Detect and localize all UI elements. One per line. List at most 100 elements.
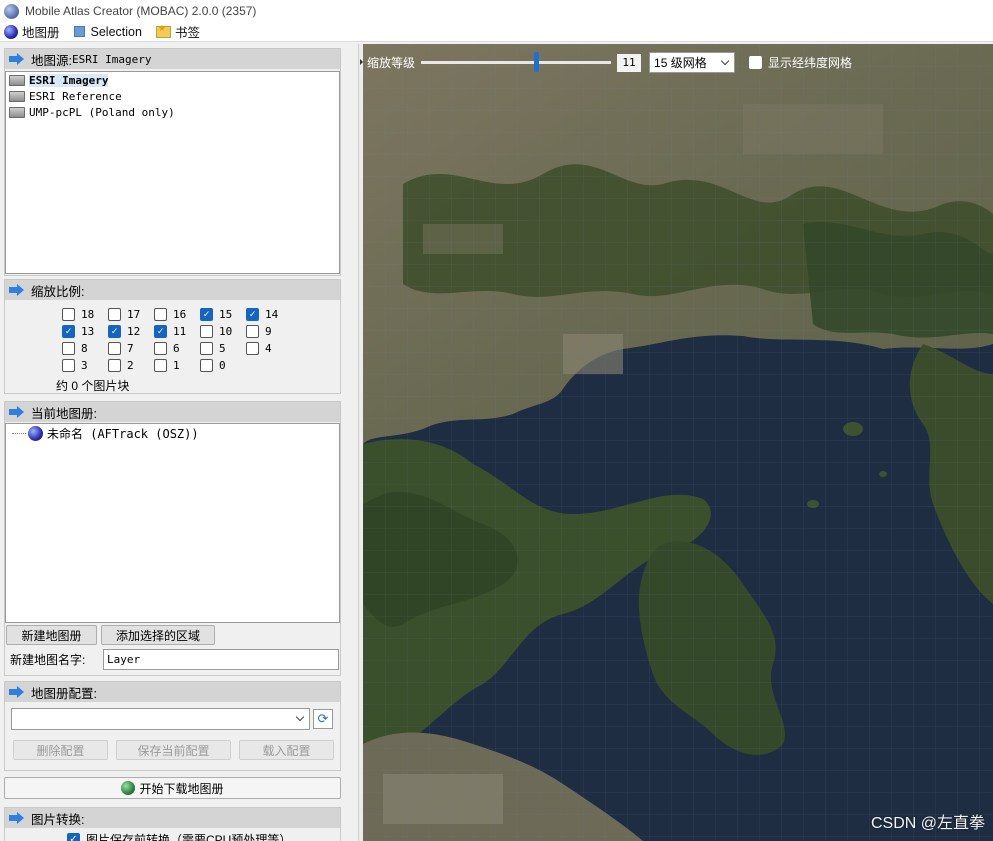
zoom-level-checkbox[interactable] <box>62 307 75 321</box>
zoom-level-checkbox[interactable] <box>154 341 167 355</box>
zoom-level-checkbox[interactable] <box>246 324 259 338</box>
add-selection-button[interactable]: 添加选择的区域 <box>101 625 215 645</box>
zoom-levels-header-label: 缩放比例: <box>31 284 85 299</box>
atlas-tree[interactable]: 未命名 (AFTrack (OSZ)) <box>5 423 340 623</box>
zoom-level-checkbox[interactable] <box>154 307 167 321</box>
zoom-level-checkbox[interactable]: ✓ <box>62 324 75 338</box>
arrow-right-icon <box>9 53 25 65</box>
zoom-level-checkbox[interactable]: ✓ <box>246 307 259 321</box>
zoom-level-option[interactable]: 4 <box>246 340 292 356</box>
new-atlas-button[interactable]: 新建地图册 <box>6 625 97 645</box>
zoom-slider-thumb[interactable] <box>533 52 539 72</box>
zoom-level-option[interactable]: ✓ 11 <box>154 323 200 339</box>
zoom-level-checkbox[interactable] <box>200 324 213 338</box>
load-profile-button[interactable]: 载入配置 <box>239 740 334 760</box>
menu-selection[interactable]: Selection <box>73 25 142 39</box>
tile-conversion-option[interactable]: ✓ 图片保存前转换（需要CPU预处理等） <box>67 831 340 841</box>
zoom-level-option[interactable]: ✓ 13 <box>62 323 108 339</box>
profile-select[interactable] <box>11 708 310 730</box>
zoom-level-option[interactable]: ✓ 12 <box>108 323 154 339</box>
atlas-tree-item[interactable]: 未命名 (AFTrack (OSZ)) <box>6 424 339 442</box>
zoom-level-label: 0 <box>219 358 226 372</box>
zoom-level-option[interactable]: 0 <box>200 357 246 373</box>
new-map-name-input[interactable]: Layer <box>103 649 339 670</box>
tile-conversion-header[interactable]: 图片转换: <box>5 808 340 828</box>
map-source-list[interactable]: ESRI Imagery ESRI Reference UMP-pcPL (Po… <box>5 71 340 274</box>
zoom-level-label: 11 <box>173 324 187 338</box>
menu-atlas[interactable]: 地图册 <box>4 22 60 41</box>
zoom-level-label: 7 <box>127 341 134 355</box>
zoom-level-option[interactable]: ✓ 14 <box>246 306 292 322</box>
zoom-level-option[interactable]: 6 <box>154 340 200 356</box>
map-source-item[interactable]: ESRI Reference <box>6 88 339 104</box>
zoom-level-label: 17 <box>127 307 141 321</box>
delete-profile-button[interactable]: 删除配置 <box>13 740 108 760</box>
zoom-level-option[interactable]: 1 <box>154 357 200 373</box>
zoom-level-option[interactable]: 16 <box>154 306 200 322</box>
map-source-item[interactable]: ESRI Imagery <box>6 72 339 88</box>
zoom-level-label: 9 <box>265 324 272 338</box>
zoom-level-checkbox[interactable]: ✓ <box>108 324 121 338</box>
zoom-level-option[interactable]: 18 <box>62 306 108 322</box>
left-panel: 地图源: ESRI Imagery ESRI Imagery ESRI Refe… <box>0 44 358 841</box>
zoom-level-checkbox[interactable] <box>154 358 167 372</box>
watermark: CSDN @左直拳 <box>870 815 985 832</box>
selection-icon <box>73 26 85 37</box>
zoom-level-checkbox[interactable] <box>246 341 259 355</box>
zoom-level-checkbox[interactable] <box>108 358 121 372</box>
globe-icon <box>4 24 18 39</box>
zoom-levels-header[interactable]: 缩放比例: <box>5 280 340 300</box>
save-profile-button[interactable]: 保存当前配置 <box>116 740 231 760</box>
zoom-level-checkbox[interactable] <box>200 358 213 372</box>
current-atlas-header[interactable]: 当前地图册: <box>5 402 340 422</box>
refresh-profiles-button[interactable]: ⟳ <box>313 709 333 729</box>
zoom-level-option[interactable]: 10 <box>200 323 246 339</box>
menu-bar: 地图册 Selection 书签 <box>0 22 993 42</box>
latlon-grid-toggle[interactable]: 显示经纬度网格 <box>749 54 852 71</box>
chevron-down-icon <box>295 712 305 722</box>
zoom-level-checkbox[interactable] <box>200 341 213 355</box>
zoom-level-option[interactable]: ✓ 15 <box>200 306 246 322</box>
start-download-button[interactable]: 开始下载地图册 <box>4 777 341 799</box>
server-icon <box>9 106 25 118</box>
zoom-level-label: 5 <box>219 341 226 355</box>
zoom-level-checkbox[interactable] <box>62 358 75 372</box>
zoom-level-checkbox[interactable] <box>108 341 121 355</box>
map-source-item[interactable]: UMP-pcPL (Poland only) <box>6 104 339 120</box>
zoom-level-label: 12 <box>127 324 141 338</box>
map-source-item-label: ESRI Imagery <box>29 73 109 87</box>
latlon-grid-checkbox[interactable] <box>749 56 763 69</box>
tile-conversion-checkbox[interactable]: ✓ <box>67 833 80 841</box>
map-viewer[interactable]: 缩放等级 11 15 级网格 显示经纬度网格 CSDN @左直拳 <box>363 44 993 841</box>
zoom-level-checkbox[interactable]: ✓ <box>154 324 167 338</box>
map-source-header[interactable]: 地图源: ESRI Imagery <box>5 49 340 69</box>
map-source-current: ESRI Imagery <box>71 52 152 66</box>
app-logo-icon <box>4 3 19 19</box>
zoom-level-option[interactable]: 8 <box>62 340 108 356</box>
zoom-level-option[interactable]: 5 <box>200 340 246 356</box>
zoom-level-option[interactable]: 7 <box>108 340 154 356</box>
menu-bookmarks[interactable]: 书签 <box>155 22 200 41</box>
zoom-level-label: 8 <box>81 341 88 355</box>
zoom-level-option[interactable]: 9 <box>246 323 292 339</box>
server-icon <box>9 90 25 102</box>
arrow-right-icon <box>9 406 25 418</box>
zoom-level-checkbox[interactable] <box>62 341 75 355</box>
zoom-level-option[interactable]: 2 <box>108 357 154 373</box>
zoom-level-option[interactable]: 3 <box>62 357 108 373</box>
tile-count: 约 0 个图片块 <box>56 379 130 393</box>
zoom-level-checkbox[interactable]: ✓ <box>200 307 213 321</box>
zoom-slider[interactable] <box>421 52 612 72</box>
tile-conversion-section: 图片转换: ✓ 图片保存前转换（需要CPU预处理等） <box>4 807 341 841</box>
latlon-grid-label: 显示经纬度网格 <box>768 56 853 70</box>
atlas-profile-header[interactable]: 地图册配置: <box>5 682 340 702</box>
zoom-level-option[interactable]: 17 <box>108 306 154 322</box>
chevron-down-icon <box>720 56 730 66</box>
map-source-item-label: UMP-pcPL (Poland only) <box>29 105 175 119</box>
atlas-profile-section: 地图册配置: ⟳ 删除配置 保存当前配置 载入配置 <box>4 681 341 771</box>
zoom-level-checkbox[interactable] <box>108 307 121 321</box>
grid-zoom-select[interactable]: 15 级网格 <box>649 52 736 73</box>
new-map-name-label: 新建地图名字: <box>10 653 86 667</box>
tree-connector <box>12 432 26 434</box>
tile-conversion-option-label: 图片保存前转换（需要CPU预处理等） <box>86 833 292 841</box>
